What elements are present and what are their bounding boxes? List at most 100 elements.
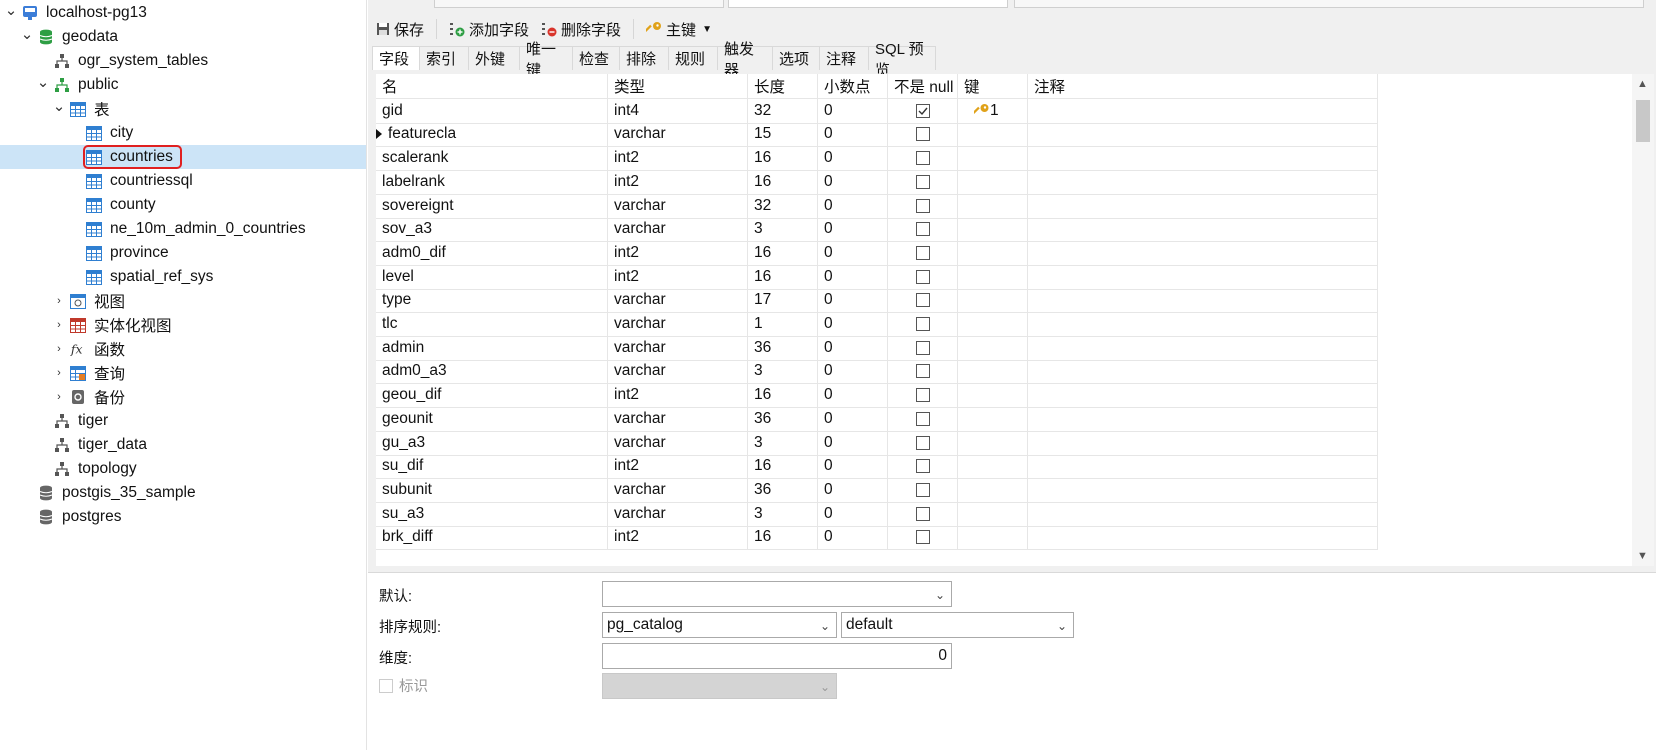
tab-fields[interactable]: 字段 xyxy=(372,46,420,70)
folder-node-query[interactable]: › 查询 xyxy=(0,361,366,385)
field-type-cell[interactable]: int2 xyxy=(608,525,748,551)
table-row[interactable]: gid int4 32 0 1 xyxy=(376,98,1421,124)
comment-cell[interactable] xyxy=(1028,430,1378,456)
field-length-cell[interactable]: 36 xyxy=(748,477,818,503)
field-name-cell[interactable]: geou_dif xyxy=(376,383,608,409)
table-row[interactable]: sovereignt varchar 32 0 xyxy=(376,193,1421,219)
field-type-cell[interactable]: int2 xyxy=(608,383,748,409)
schema-node-topology[interactable]: topology xyxy=(0,457,366,481)
field-type-cell[interactable]: varchar xyxy=(608,501,748,527)
not-null-cell[interactable] xyxy=(888,217,958,243)
column-header[interactable]: 类型 xyxy=(608,74,748,99)
comment-cell[interactable] xyxy=(1028,264,1378,290)
not-null-checkbox[interactable] xyxy=(915,127,930,142)
folder-node-function[interactable]: › fx 函数 xyxy=(0,337,366,361)
chevron-down-icon[interactable]: ⌄ xyxy=(36,73,50,91)
not-null-checkbox[interactable] xyxy=(915,317,930,331)
comment-cell[interactable] xyxy=(1028,335,1378,361)
key-cell[interactable] xyxy=(958,454,1028,480)
field-name-cell[interactable]: featurecla xyxy=(376,122,608,148)
field-length-cell[interactable]: 16 xyxy=(748,454,818,480)
table-node-city[interactable]: city xyxy=(0,121,366,145)
field-length-cell[interactable]: 17 xyxy=(748,288,818,314)
not-null-cell[interactable] xyxy=(888,454,958,480)
key-cell[interactable] xyxy=(958,501,1028,527)
key-cell[interactable] xyxy=(958,217,1028,243)
column-header[interactable]: 不是 null xyxy=(888,74,958,99)
field-type-cell[interactable]: int2 xyxy=(608,240,748,266)
comment-cell[interactable] xyxy=(1028,312,1378,337)
chevron-down-icon[interactable]: ⌄ xyxy=(20,25,34,43)
chevron-down-icon[interactable]: ⌄ xyxy=(52,97,66,115)
field-decimal-cell[interactable]: 0 xyxy=(818,217,888,243)
not-null-cell[interactable] xyxy=(888,264,958,290)
field-decimal-cell[interactable]: 0 xyxy=(818,359,888,385)
column-header[interactable]: 注释 xyxy=(1028,74,1378,99)
not-null-cell[interactable] xyxy=(888,146,958,172)
field-type-cell[interactable]: int2 xyxy=(608,454,748,480)
field-length-cell[interactable]: 36 xyxy=(748,406,818,432)
not-null-checkbox[interactable] xyxy=(915,269,930,284)
field-length-cell[interactable]: 16 xyxy=(748,169,818,195)
field-name-cell[interactable]: admin xyxy=(376,335,608,361)
not-null-cell[interactable] xyxy=(888,406,958,432)
field-decimal-cell[interactable]: 0 xyxy=(818,312,888,337)
column-header[interactable]: 小数点 xyxy=(818,74,888,99)
comment-cell[interactable] xyxy=(1028,146,1378,172)
comment-cell[interactable] xyxy=(1028,288,1378,314)
default-select[interactable]: ⌄ xyxy=(602,581,952,607)
collation-select[interactable]: default ⌄ xyxy=(841,612,1074,638)
grid-scrollbar[interactable]: ▲ ▼ xyxy=(1632,74,1654,566)
key-cell[interactable] xyxy=(958,335,1028,361)
server-node[interactable]: ⌄ localhost-pg13 xyxy=(0,1,366,25)
field-length-cell[interactable]: 32 xyxy=(748,98,818,124)
field-name-cell[interactable]: scalerank xyxy=(376,146,608,172)
add-field-button[interactable]: 添加字段 xyxy=(445,16,533,42)
field-name-cell[interactable]: tlc xyxy=(376,312,608,337)
field-name-cell[interactable]: labelrank xyxy=(376,169,608,195)
key-cell[interactable] xyxy=(958,288,1028,314)
not-null-cell[interactable] xyxy=(888,383,958,409)
table-node-province[interactable]: province xyxy=(0,241,366,265)
schema-node-tiger[interactable]: tiger xyxy=(0,409,366,433)
not-null-checkbox[interactable] xyxy=(915,174,930,189)
folder-node-view[interactable]: › 视图 xyxy=(0,289,366,313)
key-cell[interactable] xyxy=(958,169,1028,195)
column-header[interactable]: 名 xyxy=(376,74,608,99)
tab-designer-10[interactable]: SQL 预览 xyxy=(868,41,936,79)
document-tab[interactable] xyxy=(1014,0,1644,8)
database-node-postgis_35_sample[interactable]: postgis_35_sample xyxy=(0,481,366,505)
field-name-cell[interactable]: brk_diff xyxy=(376,525,608,551)
not-null-checkbox-checked[interactable] xyxy=(915,103,930,118)
key-cell[interactable] xyxy=(958,430,1028,456)
comment-cell[interactable] xyxy=(1028,193,1378,219)
field-length-cell[interactable]: 16 xyxy=(748,264,818,290)
table-row[interactable]: level int2 16 0 xyxy=(376,264,1421,290)
table-node-countriessql[interactable]: countriessql xyxy=(0,169,366,193)
key-cell[interactable] xyxy=(958,525,1028,551)
not-null-checkbox[interactable] xyxy=(915,506,930,521)
not-null-checkbox[interactable] xyxy=(915,388,930,403)
field-length-cell[interactable]: 15 xyxy=(748,122,818,148)
tab-designer-8[interactable]: 选项 xyxy=(772,46,820,70)
schema-node[interactable]: ogr_system_tables xyxy=(0,49,366,73)
key-cell[interactable] xyxy=(958,477,1028,503)
field-name-cell[interactable]: adm0_dif xyxy=(376,240,608,266)
field-type-cell[interactable]: varchar xyxy=(608,312,748,337)
not-null-cell[interactable] xyxy=(888,98,958,124)
column-header[interactable]: 长度 xyxy=(748,74,818,99)
table-row[interactable]: adm0_a3 varchar 3 0 xyxy=(376,359,1421,385)
field-decimal-cell[interactable]: 0 xyxy=(818,146,888,172)
table-row[interactable]: brk_diff int2 16 0 xyxy=(376,525,1421,551)
tables-folder-node[interactable]: ⌄ 表 xyxy=(0,97,366,121)
table-node-county[interactable]: county xyxy=(0,193,366,217)
field-name-cell[interactable]: su_a3 xyxy=(376,501,608,527)
field-name-cell[interactable]: sov_a3 xyxy=(376,217,608,243)
folder-node-materialized-view[interactable]: › 实体化视图 xyxy=(0,313,366,337)
table-row[interactable]: adm0_dif int2 16 0 xyxy=(376,240,1421,266)
field-name-cell[interactable]: su_dif xyxy=(376,454,608,480)
field-decimal-cell[interactable]: 0 xyxy=(818,288,888,314)
tab-designer-7[interactable]: 触发器 xyxy=(717,41,773,79)
table-row[interactable]: tlc varchar 1 0 xyxy=(376,312,1421,337)
not-null-cell[interactable] xyxy=(888,288,958,314)
